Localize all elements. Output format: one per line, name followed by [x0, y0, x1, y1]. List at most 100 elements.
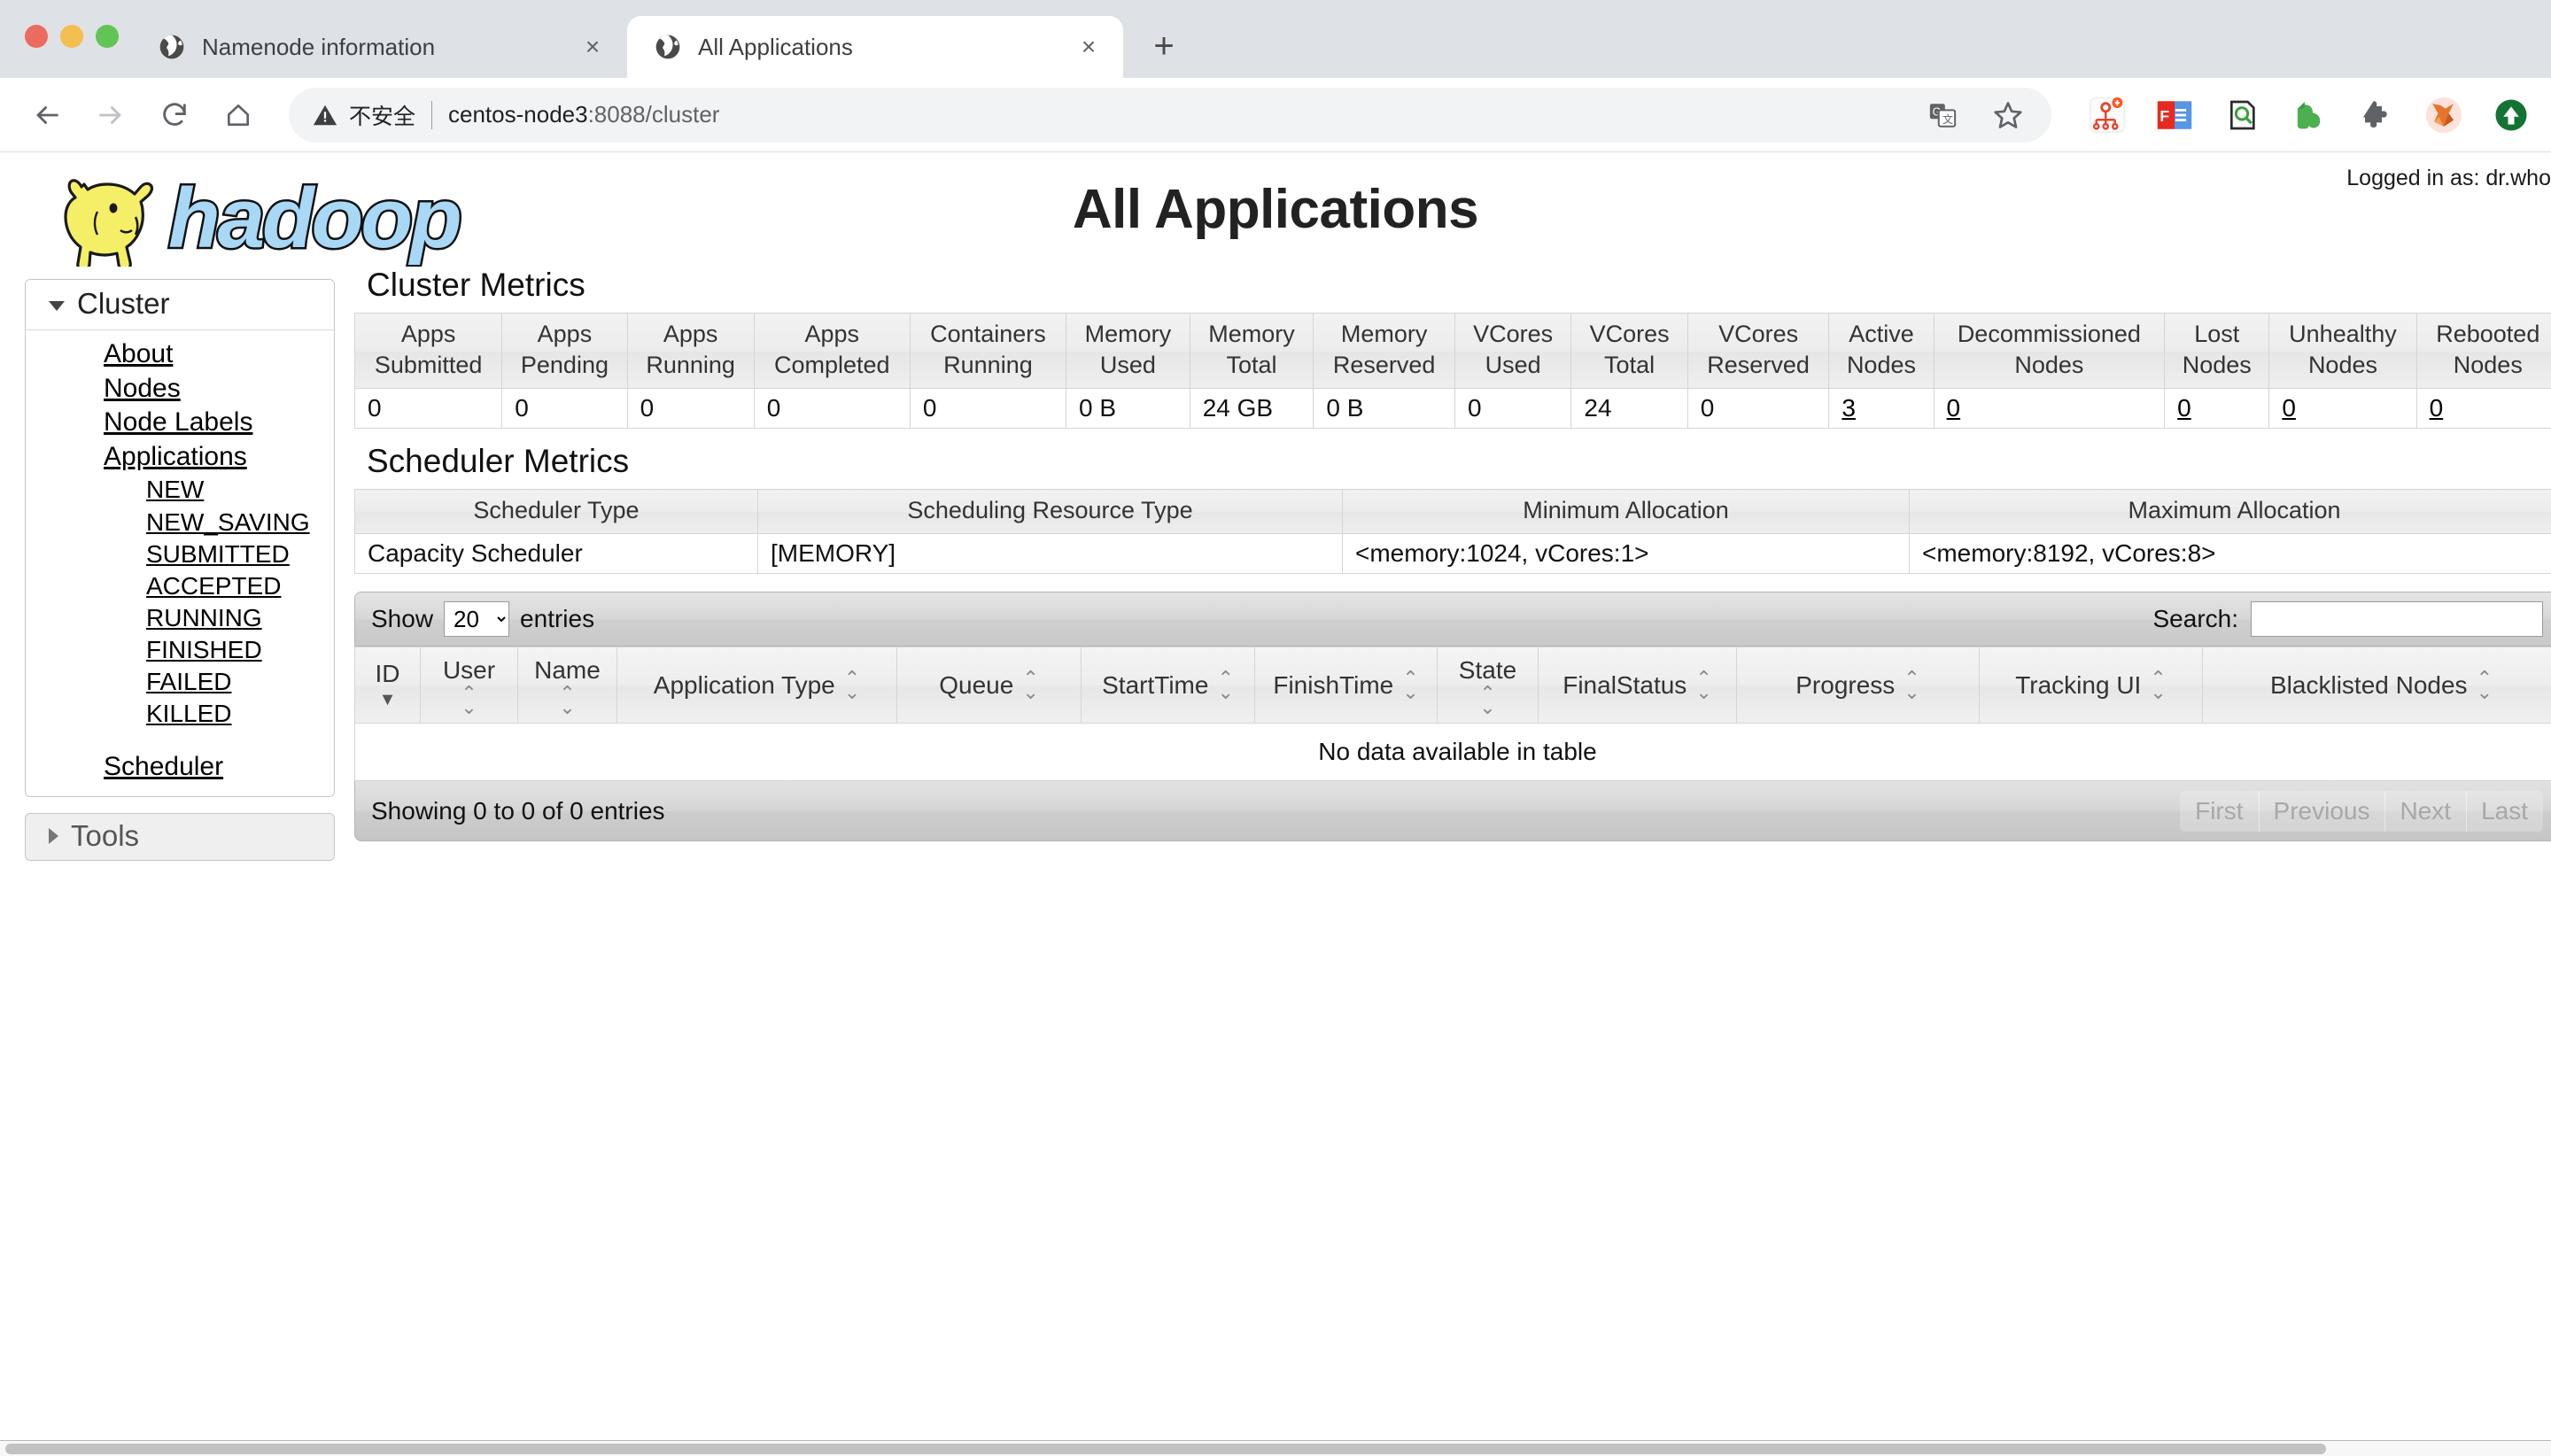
home-icon[interactable] — [211, 88, 266, 143]
col-state[interactable]: State ⌃ ⌄ — [1437, 647, 1539, 724]
col-finalstatus[interactable]: FinalStatus ⌃ ⌄ — [1538, 647, 1737, 724]
header-line2: Submitted — [374, 352, 483, 379]
pagination-next-button[interactable]: Next — [2384, 790, 2467, 832]
decommissioned-nodes-link[interactable]: 0 — [1947, 394, 1961, 422]
new-tab-button[interactable]: + — [1139, 21, 1189, 71]
header-label: ID — [375, 660, 400, 688]
col-progress[interactable]: Progress ⌃ ⌄ — [1736, 647, 1980, 724]
active-nodes-link[interactable]: 3 — [1842, 394, 1856, 422]
sidebar-section-tools[interactable]: Tools — [26, 814, 334, 860]
tab-title: Namenode information — [202, 33, 436, 60]
unhealthy-nodes-link[interactable]: 0 — [2282, 394, 2296, 422]
sidebar-item-applications[interactable]: Applications — [26, 440, 334, 475]
close-tab-icon[interactable]: × — [578, 32, 608, 62]
header-line2: Total — [1604, 352, 1655, 379]
bookmark-star-icon[interactable] — [1988, 95, 2028, 136]
sidebar-item-submitted[interactable]: SUBMITTED — [26, 538, 334, 570]
sort-both-icon: ⌃ ⌄ — [843, 667, 861, 703]
translate-icon[interactable]: G文 — [1922, 95, 1963, 136]
col-containers-running: Containers Running — [909, 312, 1067, 390]
sidebar-item-accepted[interactable]: ACCEPTED — [26, 570, 334, 602]
upload-arrow-icon[interactable] — [2491, 95, 2532, 136]
table-header-row: Apps Submitted Apps Pending Apps Running Ap… — [353, 312, 2551, 390]
tab-title: All Applications — [698, 33, 853, 60]
col-id[interactable]: ID ▼ — [354, 647, 421, 724]
col-memory-used: Memory Used — [1066, 312, 1190, 390]
sort-both-icon: ⌃ ⌄ — [2476, 667, 2493, 703]
col-name[interactable]: Name ⌃ ⌄ — [517, 647, 617, 724]
table-row: 0 0 0 0 0 0 B 24 GB 0 B 0 24 0 3 0 0 0 0 — [353, 388, 2551, 430]
forward-icon[interactable] — [83, 88, 138, 143]
col-application-type[interactable]: Application Type ⌃ ⌄ — [616, 647, 897, 724]
sort-both-icon: ⌃ ⌄ — [559, 682, 576, 718]
sidebar-item-running[interactable]: RUNNING — [26, 602, 334, 634]
logged-in-user: Logged in as: dr.who — [2346, 166, 2551, 190]
fox-extension-icon[interactable] — [2423, 95, 2464, 136]
tab-namenode-information[interactable]: Namenode information × — [131, 16, 627, 78]
close-window-button[interactable] — [25, 25, 48, 48]
sidebar-item-failed[interactable]: FAILED — [26, 666, 334, 698]
cell-vcores-reserved: 0 — [1686, 388, 1830, 430]
puzzle-extensions-icon[interactable] — [2356, 95, 2397, 136]
entries-per-page-select[interactable]: 20 50 100 — [444, 601, 510, 638]
scrollbar-thumb[interactable] — [5, 1444, 2326, 1454]
sidebar-section-label: Cluster — [77, 287, 170, 320]
sidebar-item-new-saving[interactable]: NEW_SAVING — [26, 507, 334, 538]
header-label: Progress — [1795, 670, 1896, 699]
table-row-empty: No data available in table — [354, 723, 2551, 782]
sidebar-item-killed[interactable]: KILLED — [26, 698, 334, 730]
sitemap-extension-icon[interactable] — [2087, 95, 2128, 136]
evernote-extension-icon[interactable] — [2289, 95, 2330, 136]
col-memory-reserved: Memory Reserved — [1313, 312, 1455, 390]
search-input[interactable] — [2251, 601, 2543, 638]
svg-text:文: 文 — [1942, 112, 1953, 126]
maximize-window-button[interactable] — [96, 25, 119, 48]
col-finishtime[interactable]: FinishTime ⌃ ⌄ — [1254, 647, 1438, 724]
sidebar-item-node-labels[interactable]: Node Labels — [26, 406, 334, 440]
lost-nodes-link[interactable]: 0 — [2177, 394, 2191, 422]
back-icon[interactable] — [19, 88, 74, 143]
address-bar[interactable]: 不安全 centos-node3:8088/cluster G文 — [289, 87, 2051, 143]
col-tracking-ui[interactable]: Tracking UI ⌃ ⌄ — [1979, 647, 2203, 724]
rebooted-nodes-link[interactable]: 0 — [2430, 394, 2444, 422]
cell-decommissioned-nodes: 0 — [1933, 388, 2166, 430]
col-starttime[interactable]: StartTime ⌃ ⌄ — [1081, 647, 1255, 724]
sidebar-section-cluster[interactable]: Cluster — [26, 280, 334, 330]
pagination-previous-button[interactable]: Previous — [2258, 790, 2385, 832]
header-line2: Total — [1226, 352, 1277, 379]
security-status-label: 不安全 — [349, 104, 416, 129]
sidebar-item-nodes[interactable]: Nodes — [26, 372, 334, 407]
header-label: FinishTime — [1273, 670, 1394, 699]
sort-both-icon: ⌃ ⌄ — [1217, 667, 1234, 703]
table-header-row: ID ▼ User ⌃ ⌄ Name ⌃ ⌄ Application Type ⌃ ⌄ Que… — [354, 647, 2551, 724]
fe-extension-icon[interactable]: F — [2154, 95, 2195, 136]
browser-window: Namenode information × All Applications … — [0, 0, 2551, 1456]
tools-nav-block[interactable]: Tools — [25, 813, 335, 862]
cell-memory-used: 0 B — [1066, 388, 1190, 430]
minimize-window-button[interactable] — [60, 25, 83, 48]
col-blacklisted-nodes[interactable]: Blacklisted Nodes ⌃ ⌄ — [2202, 647, 2551, 724]
horizontal-scrollbar[interactable] — [0, 1440, 2551, 1456]
tab-all-applications[interactable]: All Applications × — [627, 16, 1123, 78]
pagination-first-button[interactable]: First — [2180, 790, 2259, 832]
cluster-metrics-table: Apps Submitted Apps Pending Apps Running Ap… — [353, 312, 2551, 430]
pagination-last-button[interactable]: Last — [2466, 790, 2543, 832]
close-tab-icon[interactable]: × — [1074, 32, 1104, 62]
sidebar-item-scheduler[interactable]: Scheduler — [26, 750, 334, 785]
table-header-row: Scheduler Type Scheduling Resource Type … — [354, 489, 2551, 535]
sidebar-item-finished[interactable]: FINISHED — [26, 634, 334, 666]
col-user[interactable]: User ⌃ ⌄ — [420, 647, 518, 724]
col-queue[interactable]: Queue ⌃ ⌄ — [896, 647, 1082, 724]
sidebar-item-about[interactable]: About — [26, 337, 334, 372]
tabs: Namenode information × All Applications … — [131, 0, 1189, 78]
reload-icon[interactable] — [147, 88, 202, 143]
page-viewport: hadoop All Applications Logged in as: dr… — [0, 153, 2551, 1440]
datatable-toolbar: Show 20 50 100 entries Search: — [354, 592, 2551, 647]
cell-containers-running: 0 — [909, 388, 1067, 430]
header-line2: Running — [943, 352, 1033, 379]
search-magnifier-extension-icon[interactable] — [2221, 95, 2262, 136]
header-line1: Lost — [2194, 321, 2240, 347]
sidebar-item-new[interactable]: NEW — [26, 474, 334, 506]
